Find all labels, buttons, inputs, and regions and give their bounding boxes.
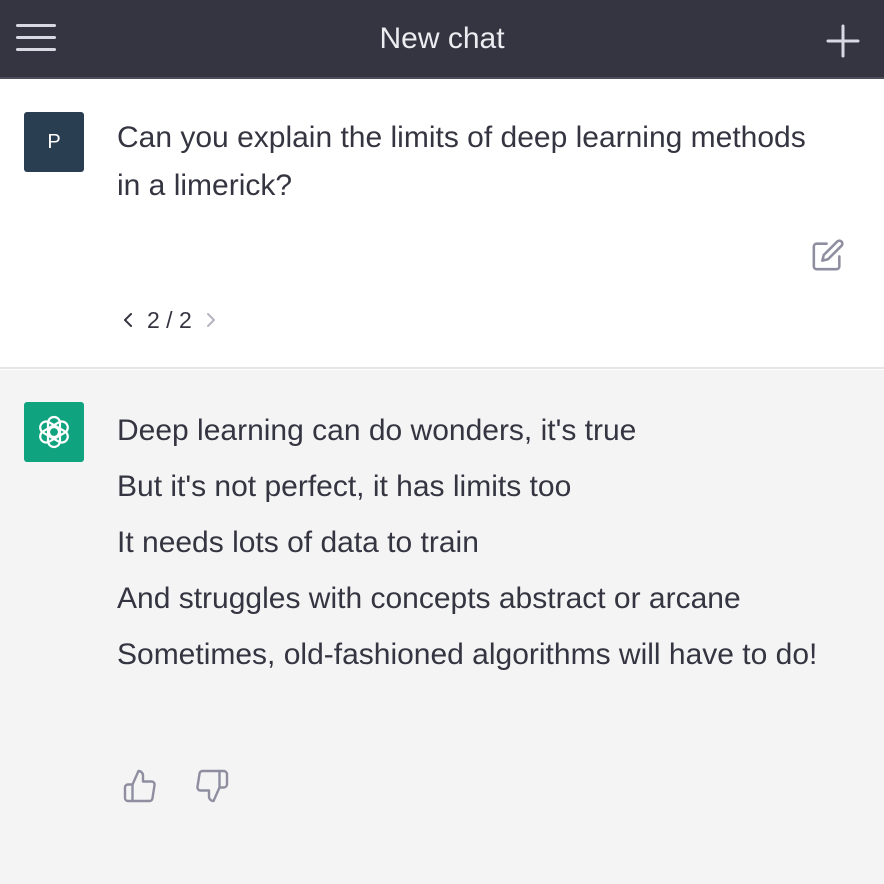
- openai-logo-icon: [39, 415, 69, 449]
- thumbs-up-icon: [123, 769, 156, 803]
- chevron-left-icon: [124, 313, 132, 327]
- pager-count: 2 / 2: [147, 306, 192, 333]
- limerick-line: It needs lots of data to train: [117, 526, 479, 559]
- top-bar: New chat: [0, 0, 884, 79]
- thumbs-up-button[interactable]: [122, 768, 160, 806]
- user-message-text: Can you explain the limits of deep learn…: [117, 121, 806, 202]
- previous-response-button[interactable]: [117, 306, 139, 334]
- limerick-line: Deep learning can do wonders, it's true: [117, 414, 637, 447]
- limerick-line: And struggles with concepts abstract or …: [117, 582, 741, 615]
- edit-icon: [812, 239, 844, 271]
- limerick-line: But it's not perfect, it has limits too: [117, 470, 572, 503]
- assistant-avatar: [24, 402, 84, 462]
- assistant-message: Deep learning can do wonders, it's true …: [0, 370, 884, 884]
- plus-icon: [826, 24, 860, 58]
- feedback-buttons: [122, 768, 266, 806]
- response-pager: 2 / 2: [117, 304, 222, 336]
- user-message: P Can you explain the limits of deep lea…: [0, 80, 884, 369]
- limerick-line: Sometimes, old-fashioned algorithms will…: [117, 638, 818, 671]
- edit-message-button[interactable]: [811, 238, 845, 272]
- new-chat-button[interactable]: [826, 24, 860, 58]
- next-response-button[interactable]: [200, 306, 222, 334]
- page-title: New chat: [379, 22, 505, 55]
- thumbs-down-icon: [196, 769, 229, 803]
- thumbs-down-button[interactable]: [194, 768, 232, 806]
- avatar: P: [24, 112, 84, 172]
- chevron-right-icon: [206, 313, 215, 327]
- assistant-message-text: Deep learning can do wonders, it's true …: [117, 403, 857, 683]
